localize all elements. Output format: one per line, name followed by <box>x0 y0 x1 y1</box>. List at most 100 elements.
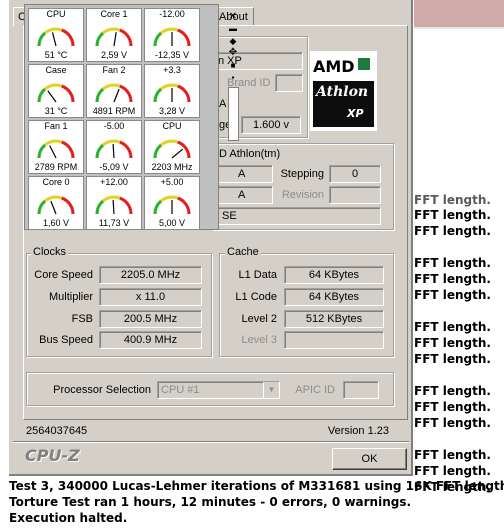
gauge-arc <box>102 27 121 35</box>
gauge-arc <box>177 140 191 159</box>
level2-field: 512 KBytes <box>284 310 384 328</box>
athlon-logo-text: Athlon <box>316 84 369 100</box>
ext-family-field: A <box>215 186 273 204</box>
processor-selection-dropdown[interactable]: CPU #1 ▼ <box>157 381 280 399</box>
ok-button[interactable]: OK <box>332 448 407 470</box>
fsb-label: FSB <box>71 313 93 325</box>
level3-label: Level 3 <box>241 334 277 346</box>
gauge-needle <box>171 148 184 159</box>
log-line-fft: FFT length. <box>414 336 491 350</box>
footer-divider <box>13 441 409 443</box>
gauge-arc <box>153 143 163 159</box>
xp-logo-text: XP <box>347 107 364 120</box>
brand-id-field <box>275 74 303 92</box>
l1-data-field: 64 KBytes <box>284 266 384 284</box>
gauge-value: 2789 RPM <box>34 162 78 172</box>
gauge-cell: Case 31 °C <box>28 64 84 118</box>
move-icon[interactable]: ✥ <box>226 47 240 59</box>
amd-athlon-xp-logo: AMD Athlon XP <box>310 51 377 131</box>
gauge-dial <box>95 139 133 159</box>
gauge-title: Case <box>45 65 67 75</box>
family-field: A <box>215 165 273 183</box>
pin-icon[interactable]: ▪ <box>226 72 240 84</box>
serial-number: 2564037645 <box>26 425 88 437</box>
gauge-arc <box>102 83 121 91</box>
clocks-title: Clocks <box>31 246 69 258</box>
gauge-value: 3,28 V <box>158 106 186 116</box>
gauge-cell: CPU 2203 MHz <box>144 120 200 174</box>
scrollbar-thumb[interactable] <box>228 87 239 141</box>
gauge-value: -12,35 V <box>154 50 190 60</box>
gauge-arc <box>177 196 191 215</box>
gauge-arc <box>153 199 163 215</box>
gauge-title: CPU <box>162 121 182 131</box>
gauge-arc <box>95 143 105 159</box>
gauge-dial <box>37 83 75 103</box>
level3-field <box>284 331 384 349</box>
log-line-fft: FFT length. <box>414 320 491 334</box>
gauge-arc <box>61 140 75 159</box>
gauge-arc <box>44 27 63 35</box>
gauge-arc <box>153 87 163 103</box>
gauge-needle <box>112 143 115 159</box>
minimize-icon[interactable]: ▬ <box>226 23 240 35</box>
gauge-arc <box>102 195 121 203</box>
log-line-fft: FFT length. <box>414 288 491 302</box>
gauge-value: 2,59 V <box>100 50 128 60</box>
gauge-cell: +5.00 5,00 V <box>144 176 200 230</box>
gauge-arc <box>95 199 105 215</box>
gauge-value: 2203 MHz <box>151 162 193 172</box>
gauge-title: +5.00 <box>160 177 184 187</box>
gauge-title: Fan 2 <box>102 65 126 75</box>
gauge-arc <box>37 143 47 159</box>
log-line-fft: FFT length. <box>414 448 491 462</box>
log-line-fft: FFT length. <box>414 416 491 430</box>
gauge-arc <box>119 28 133 47</box>
processor-selection-label: Processor Selection <box>53 384 151 396</box>
bus-speed-field: 400.9 MHz <box>99 331 202 349</box>
gauge-widget-toolbar: ✕ ▬ ◆ ✥ ■ ▪ <box>226 11 241 231</box>
gauge-title: Fan 1 <box>44 121 68 131</box>
gauge-value: 5,00 V <box>158 218 186 228</box>
bus-speed-label: Bus Speed <box>39 334 93 346</box>
sensor-gauges-widget: CPU 51 °C Core 1 2,59 V -12.00 -12,35 V Case 31… <box>24 4 239 230</box>
gauge-dial <box>153 195 191 215</box>
gauge-arc <box>177 28 191 47</box>
gauge-title: -12.00 <box>159 9 185 19</box>
gauge-needle <box>49 145 57 159</box>
gauge-title: +3.3 <box>163 65 181 75</box>
l1-data-label: L1 Data <box>238 269 277 281</box>
gauge-arc <box>61 28 75 47</box>
log-line-fft: FFT length. <box>414 464 491 478</box>
gauge-dial <box>37 139 75 159</box>
gauge-needle <box>50 200 57 215</box>
gauge-needle <box>51 32 57 47</box>
amd-arrow-icon <box>358 58 370 70</box>
lock-icon[interactable]: ■ <box>226 60 240 72</box>
gauge-dial <box>95 195 133 215</box>
gauge-dial <box>153 83 191 103</box>
log-line-fft: FFT length. <box>414 384 491 398</box>
settings-icon[interactable]: ◆ <box>226 35 240 47</box>
core-speed-field: 2205.0 MHz <box>99 266 202 284</box>
gauge-arc <box>160 27 179 35</box>
multiplier-field: x 11.0 <box>99 288 202 306</box>
gauge-title: Core 1 <box>100 9 128 19</box>
gauge-needle <box>112 199 115 215</box>
gauge-needle <box>47 90 57 103</box>
log-line-fft: FFT length. <box>414 256 491 270</box>
gauge-value: 31 °C <box>44 106 68 116</box>
log-line-fft: FFT length. <box>414 224 491 238</box>
gauge-arc <box>119 196 133 215</box>
processor-selection-value: CPU #1 <box>161 384 200 396</box>
gauge-cell: -5.00 -5,09 V <box>86 120 142 174</box>
gauge-arc <box>44 139 63 147</box>
gauge-dial <box>95 27 133 47</box>
log-line-torture-summary: Torture Test ran 1 hours, 12 minutes - 0… <box>9 495 412 509</box>
close-icon[interactable]: ✕ <box>226 11 240 23</box>
chevron-down-icon[interactable]: ▼ <box>263 382 279 398</box>
revision-label: Revision <box>281 189 324 201</box>
gauge-arc <box>177 84 191 103</box>
gauge-arc <box>95 31 105 47</box>
gauge-arc <box>160 139 179 147</box>
